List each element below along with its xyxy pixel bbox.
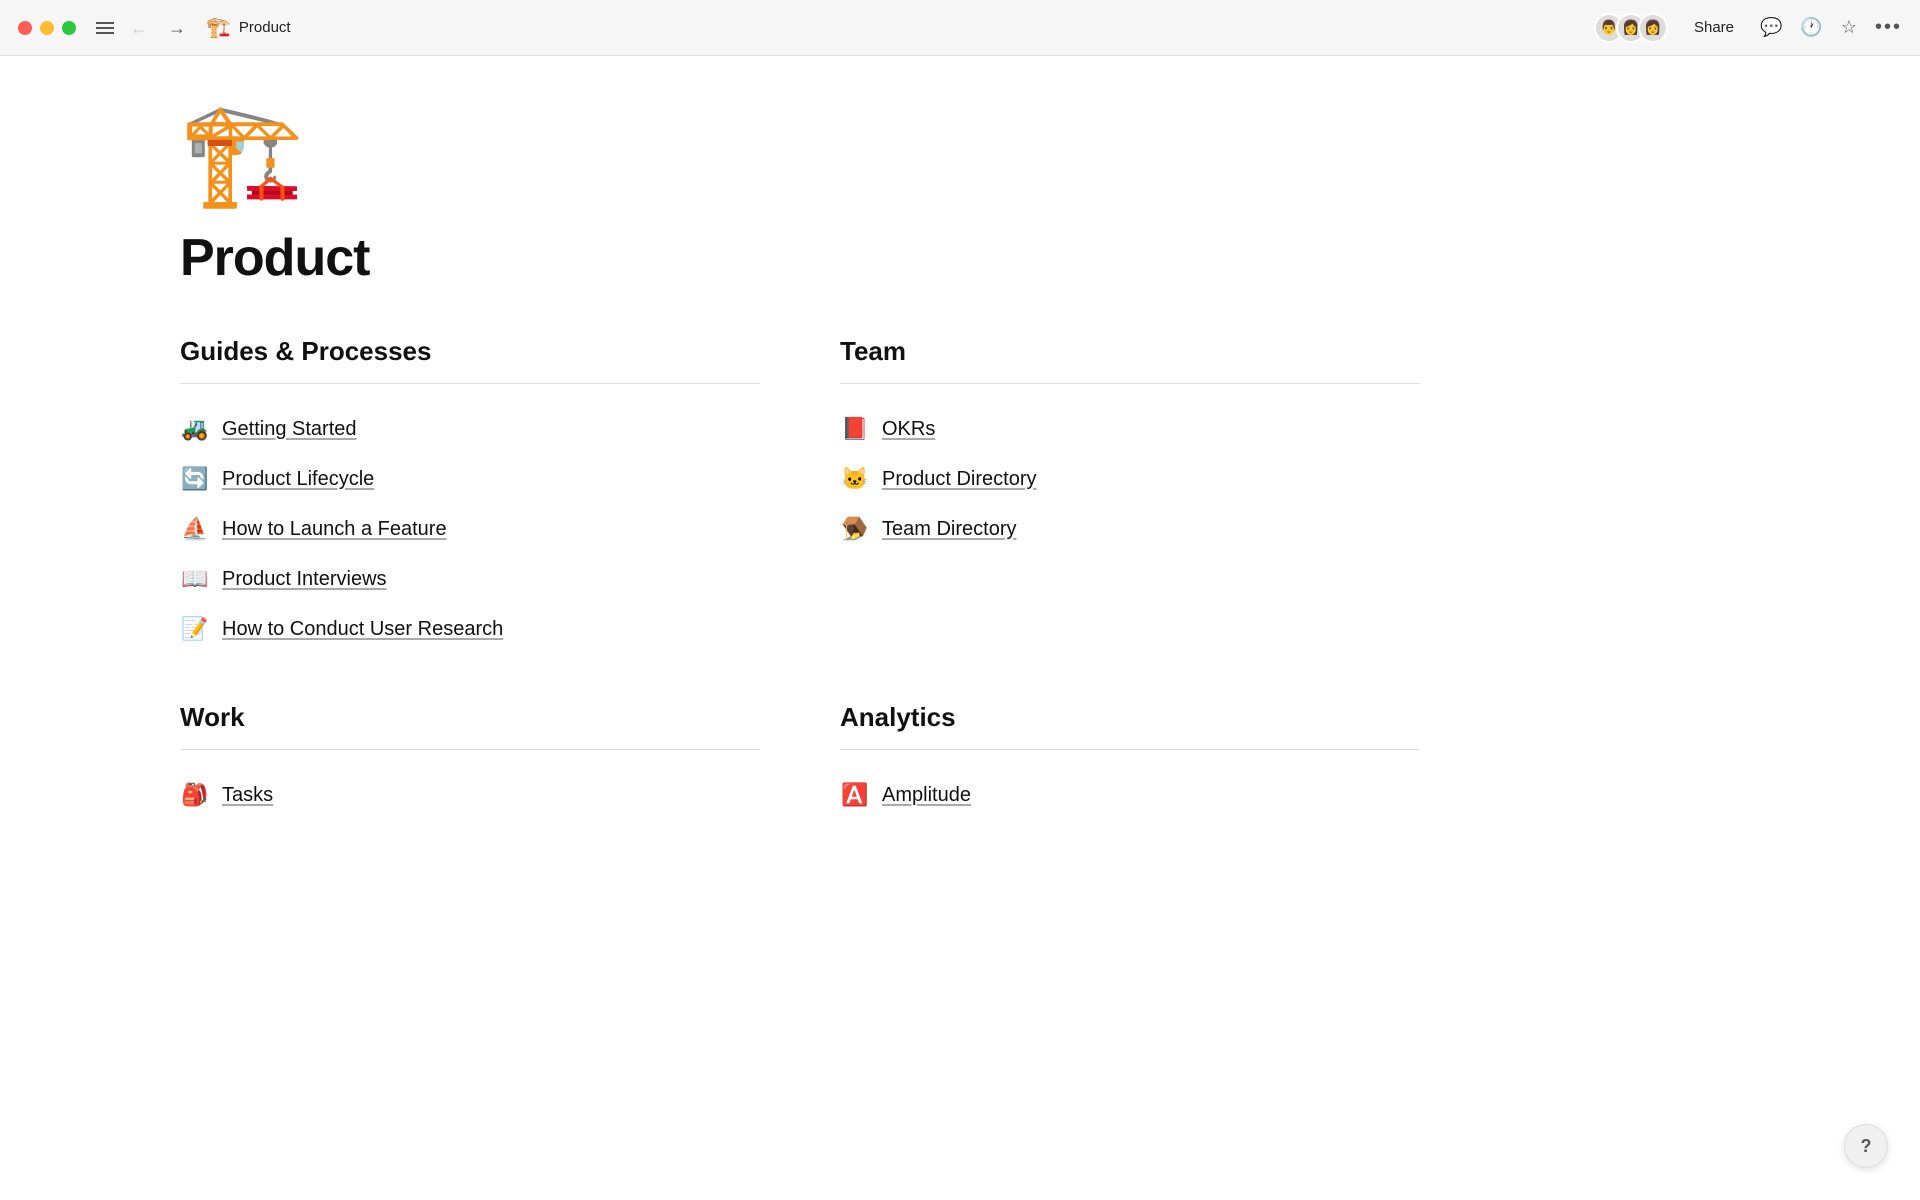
section-analytics-list: 🅰️ Amplitude — [840, 770, 1420, 820]
user-research-icon: 📝 — [180, 616, 210, 642]
amplitude-icon: 🅰️ — [840, 782, 870, 808]
bookmark-icon[interactable]: ☆ — [1841, 17, 1857, 38]
titlebar-right: 👨 👩 👩 Share 💬 🕐 ☆ ••• — [1594, 13, 1902, 43]
history-icon[interactable]: 🕐 — [1800, 17, 1822, 38]
section-team-title: Team — [840, 336, 1420, 367]
section-work-title: Work — [180, 702, 760, 733]
back-button[interactable]: ← — [126, 17, 152, 39]
tab-title: 🏗️ Product — [206, 15, 291, 40]
section-analytics-divider — [840, 749, 1420, 750]
team-directory-icon: 🪤 — [840, 516, 870, 542]
amplitude-link[interactable]: Amplitude — [882, 784, 971, 807]
list-item[interactable]: 🐱 Product Directory — [840, 454, 1420, 504]
section-analytics-title: Analytics — [840, 702, 1420, 733]
launch-feature-link[interactable]: How to Launch a Feature — [222, 518, 447, 541]
product-lifecycle-link[interactable]: Product Lifecycle — [222, 468, 374, 491]
product-lifecycle-icon: 🔄 — [180, 466, 210, 492]
list-item[interactable]: 📖 Product Interviews — [180, 554, 760, 604]
product-directory-link[interactable]: Product Directory — [882, 468, 1037, 491]
tab-name-label: Product — [239, 19, 291, 36]
product-interviews-icon: 📖 — [180, 566, 210, 592]
section-guides-list: 🚜 Getting Started 🔄 Product Lifecycle ⛵ … — [180, 404, 760, 654]
main-content: 🏗️ Product Guides & Processes 🚜 Getting … — [0, 56, 1600, 916]
product-interviews-link[interactable]: Product Interviews — [222, 568, 387, 591]
tasks-link[interactable]: Tasks — [222, 784, 273, 807]
section-guides: Guides & Processes 🚜 Getting Started 🔄 P… — [180, 336, 760, 654]
section-work-divider — [180, 749, 760, 750]
titlebar: ← → 🏗️ Product 👨 👩 👩 Share 💬 🕐 ☆ ••• — [0, 0, 1920, 56]
fullscreen-button[interactable] — [62, 21, 76, 35]
getting-started-link[interactable]: Getting Started — [222, 418, 357, 441]
sections-grid: Guides & Processes 🚜 Getting Started 🔄 P… — [180, 336, 1420, 868]
list-item[interactable]: 🪤 Team Directory — [840, 504, 1420, 554]
comment-icon[interactable]: 💬 — [1760, 17, 1782, 38]
page-hero-icon: 🏗️ — [180, 104, 1420, 204]
section-analytics: Analytics 🅰️ Amplitude — [840, 702, 1420, 820]
section-guides-title: Guides & Processes — [180, 336, 760, 367]
share-button[interactable]: Share — [1686, 15, 1742, 40]
traffic-lights — [18, 21, 76, 35]
list-item[interactable]: 📕 OKRs — [840, 404, 1420, 454]
list-item[interactable]: 🚜 Getting Started — [180, 404, 760, 454]
help-button[interactable]: ? — [1844, 1124, 1888, 1168]
section-team: Team 📕 OKRs 🐱 Product Directory 🪤 Team D… — [840, 336, 1420, 654]
section-team-divider — [840, 383, 1420, 384]
tasks-icon: 🎒 — [180, 782, 210, 808]
list-item[interactable]: 🅰️ Amplitude — [840, 770, 1420, 820]
sidebar-toggle-icon[interactable] — [96, 22, 114, 34]
avatar: 👩 — [1638, 13, 1668, 43]
section-work: Work 🎒 Tasks — [180, 702, 760, 820]
okrs-link[interactable]: OKRs — [882, 418, 935, 441]
section-team-list: 📕 OKRs 🐱 Product Directory 🪤 Team Direct… — [840, 404, 1420, 554]
nav-controls: ← → — [96, 17, 190, 39]
close-button[interactable] — [18, 21, 32, 35]
page-title: Product — [180, 228, 1420, 288]
team-directory-link[interactable]: Team Directory — [882, 518, 1016, 541]
tab-icon: 🏗️ — [206, 15, 231, 40]
list-item[interactable]: 📝 How to Conduct User Research — [180, 604, 760, 654]
list-item[interactable]: 🎒 Tasks — [180, 770, 760, 820]
section-guides-divider — [180, 383, 760, 384]
forward-button[interactable]: → — [164, 17, 190, 39]
avatar-group: 👨 👩 👩 — [1594, 13, 1668, 43]
user-research-link[interactable]: How to Conduct User Research — [222, 618, 503, 641]
launch-feature-icon: ⛵ — [180, 516, 210, 542]
more-options-button[interactable]: ••• — [1875, 16, 1902, 39]
okrs-icon: 📕 — [840, 416, 870, 442]
product-directory-icon: 🐱 — [840, 466, 870, 492]
minimize-button[interactable] — [40, 21, 54, 35]
list-item[interactable]: 🔄 Product Lifecycle — [180, 454, 760, 504]
list-item[interactable]: ⛵ How to Launch a Feature — [180, 504, 760, 554]
section-work-list: 🎒 Tasks — [180, 770, 760, 820]
getting-started-icon: 🚜 — [180, 416, 210, 442]
